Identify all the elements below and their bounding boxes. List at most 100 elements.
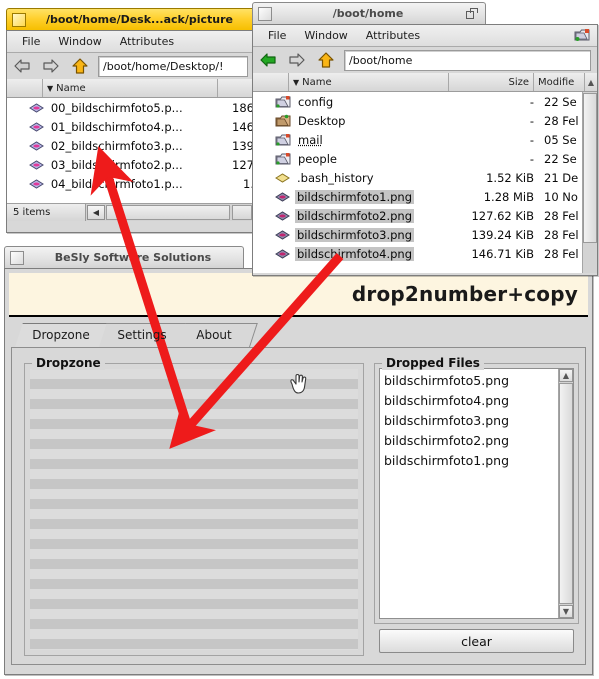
dropped-files-vscrollbar[interactable]: ▲ ▼ [558,369,573,618]
scroll-down-button[interactable]: ▼ [559,605,573,618]
up-arrow-icon[interactable] [315,50,337,70]
up-arrow-icon[interactable] [69,56,91,76]
app-window-tab[interactable]: BeSly Software Solutions [4,246,244,268]
clear-button[interactable]: clear [379,629,574,653]
file-size: 146 [232,119,254,134]
scroll-up-glyph: ▲ [587,77,595,87]
file-name: mail [298,132,323,147]
table-row[interactable]: .bash_history 1.52 KiB 21 De [253,168,597,187]
column-modified[interactable]: Modifie [534,73,585,91]
list-item[interactable]: bildschirmfoto2.png [380,431,559,451]
table-row[interactable]: bildschirmfoto3.png 139.24 KiB 28 Fel [253,225,597,244]
pictures-window-tab[interactable]: /boot/home/Desk...ack/picture [6,8,255,30]
file-name: people [298,151,337,166]
tab-settings[interactable]: Settings [99,323,193,347]
column-name[interactable]: ▼ Name [43,79,218,97]
file-size: - [529,94,534,109]
scroll-thumb[interactable] [559,383,573,604]
column-size[interactable] [218,79,254,97]
home-window-tab[interactable]: /boot/home [252,2,486,24]
dropzone-group: Dropzone [24,356,364,656]
app-banner: drop2number+copy [9,273,588,317]
list-item[interactable]: bildschirmfoto4.png [380,391,559,411]
file-name: 00_bildschirmfoto5.p... [50,100,183,115]
dropzone-group-label: Dropzone [32,356,105,370]
home-file-list[interactable]: config - 22 Se Desktop - 28 Fel mail - 0… [253,92,597,273]
list-item[interactable]: bildschirmfoto1.png [380,451,559,471]
table-row[interactable]: 02_bildschirmfoto3.p... 139 [7,136,254,155]
table-row[interactable]: 03_bildschirmfoto2.p... 127 [7,155,254,174]
forward-arrow-icon[interactable] [40,56,62,76]
scroll-track-end[interactable] [232,205,252,220]
menu-attributes[interactable]: Attributes [111,33,183,50]
menu-attributes[interactable]: Attributes [357,27,429,44]
menu-window[interactable]: Window [295,27,356,44]
list-item[interactable]: bildschirmfoto5.png [380,371,559,391]
scroll-up-button[interactable]: ▲ [585,73,597,91]
tab-dropzone[interactable]: Dropzone [15,323,115,347]
list-item[interactable]: bildschirmfoto3.png [380,411,559,431]
file-name: bildschirmfoto3.png [295,227,415,242]
image-file-icon [28,177,44,191]
pictures-file-list[interactable]: 00_bildschirmfoto5.p... 186 01_bildschir… [7,98,254,203]
table-row[interactable]: config - 22 Se [253,92,597,111]
tracker-window-pictures: /boot/home/Desk...ack/picture File Windo… [6,8,255,233]
scroll-track[interactable] [583,244,597,273]
pictures-path-field[interactable]: /boot/home/Desktop/! [98,55,248,77]
back-arrow-icon[interactable] [11,56,33,76]
table-row[interactable]: bildschirmfoto4.png 146.71 KiB 28 Fel [253,244,597,263]
window-close-box-icon[interactable] [258,6,272,21]
table-row[interactable]: 04_bildschirmfoto1.p... 1. [7,174,254,193]
app-window-body: drop2number+copy Dropzone Settings About [4,268,593,675]
file-size: - [529,113,534,128]
window-close-box-icon[interactable] [12,12,26,27]
table-row[interactable]: mail - 05 Se [253,130,597,149]
image-file-icon [28,101,44,115]
column-modified-label: Modifie [538,76,575,88]
scroll-thumb[interactable] [583,93,597,243]
table-row[interactable]: bildschirmfoto2.png 127.62 KiB 28 Fel [253,206,597,225]
home-vscrollbar[interactable] [582,92,597,273]
table-row[interactable]: Desktop - 28 Fel [253,111,597,130]
home-path-field[interactable]: /boot/home [344,49,591,71]
scroll-thumb[interactable] [106,205,230,220]
back-arrow-icon[interactable] [257,50,279,70]
scroll-up-button[interactable]: ▲ [559,369,573,382]
scroll-left-button[interactable]: ◀ [87,205,105,220]
pictures-hscrollbar[interactable]: ◀ [86,204,254,221]
column-size[interactable]: Size [449,73,534,91]
table-row[interactable]: people - 22 Se [253,149,597,168]
menu-file[interactable]: File [259,27,295,44]
tab-about[interactable]: About [178,323,258,347]
file-name: config [298,94,334,109]
menu-file[interactable]: File [13,33,49,50]
app-banner-title: drop2number+copy [351,282,578,306]
dropzone-surface[interactable] [30,369,358,650]
screen-root: BeSly Software Solutions drop2number+cop… [0,0,599,679]
folder-attributes-icon[interactable] [574,27,591,47]
tab-about-label: About [196,328,232,342]
image-file-icon [28,158,44,172]
home-window-tabbar: /boot/home [252,2,598,24]
file-size: 127.62 KiB [471,208,534,223]
table-row[interactable]: bildschirmfoto1.png 1.28 MiB 10 No [253,187,597,206]
column-icon-spacer [253,73,289,91]
window-close-box-icon[interactable] [10,250,24,265]
image-file-icon [275,247,290,261]
menu-window[interactable]: Window [49,33,110,50]
column-name-label: Name [56,82,86,94]
tab-panel-dropzone: Dropzone Dropped Files bildschirmfoto5.p… [11,347,586,665]
table-row[interactable]: 00_bildschirmfoto5.p... 186 [7,98,254,117]
forward-arrow-icon[interactable] [286,50,308,70]
pictures-window-tabbar: /boot/home/Desk...ack/picture [6,8,255,30]
dropped-files-group-content: bildschirmfoto5.png bildschirmfoto4.png … [375,364,578,623]
dropped-files-listbox[interactable]: bildschirmfoto5.png bildschirmfoto4.png … [379,368,574,619]
image-file-icon [28,120,44,134]
column-name[interactable]: ▼ Name [289,73,449,91]
sort-caret-icon: ▼ [47,83,54,93]
item-count-label: 5 items [7,204,86,221]
table-row[interactable]: 01_bildschirmfoto4.p... 146 [7,117,254,136]
window-zoom-icon[interactable] [466,8,478,19]
file-name: 01_bildschirmfoto4.p... [50,119,183,134]
folder-icon [275,133,291,147]
